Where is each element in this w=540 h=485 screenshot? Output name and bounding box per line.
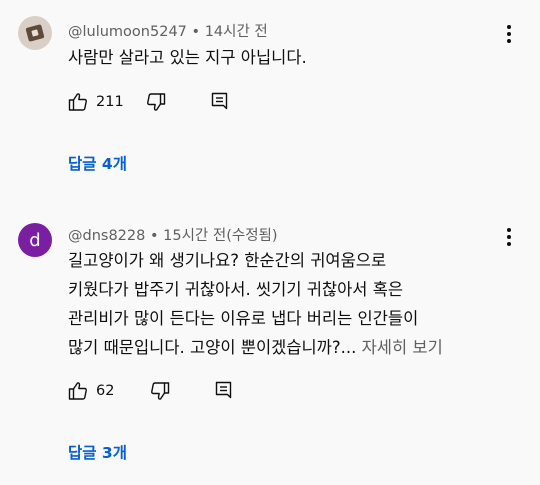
comment-text: 길고양이가 왜 생기나요? 한순간의 귀여움으로 키웠다가 밥주기 귀찮아서. …	[68, 246, 508, 362]
more-vert-icon[interactable]	[507, 25, 511, 43]
comment: @lulumoon5247 • 14시간 전 사람만 살라고 있는 지구 아닙니…	[0, 0, 540, 205]
reply-icon[interactable]	[208, 90, 232, 114]
avatar[interactable]: d	[18, 223, 52, 257]
comment-text-line: 길고양이가 왜 생기나요? 한순간의 귀여움으로	[68, 251, 387, 270]
comment-author[interactable]: @lulumoon5247	[68, 24, 187, 40]
comment-text-last: 많기 때문입니다. 고양이 뿐이겠습니까?...	[68, 338, 357, 357]
comment-text-line: 키웠다가 밥주기 귀찮아서. 씻기기 귀찮아서 혹은	[68, 280, 404, 299]
reply-icon[interactable]	[212, 379, 236, 403]
meta-separator: •	[191, 24, 201, 40]
replies-button[interactable]: 답글 4개	[68, 152, 127, 174]
avatar-image	[25, 24, 45, 42]
comment: d @dns8228 • 15시간 전(수정됨) 길고양이가 왜 생기나요? 한…	[0, 205, 540, 485]
replies-button[interactable]: 답글 3개	[68, 441, 127, 463]
thumbs-up-icon[interactable]	[66, 90, 90, 114]
comment-text: 사람만 살라고 있는 지구 아닙니다.	[68, 43, 508, 72]
comment-time: 14시간 전	[204, 24, 268, 40]
thumbs-down-icon[interactable]	[148, 379, 172, 403]
more-vert-icon[interactable]	[507, 228, 511, 246]
thumbs-down-icon[interactable]	[144, 90, 168, 114]
comment-author[interactable]: @dns8228	[68, 228, 145, 244]
comment-text-line: 관리비가 많이 든다는 이유로 냅다 버리는 인간들이	[68, 309, 419, 328]
comment-actions: 211	[66, 90, 232, 114]
read-more-link[interactable]: 자세히 보기	[362, 338, 443, 357]
comment-text-line: 많기 때문입니다. 고양이 뿐이겠습니까?... 자세히 보기	[68, 333, 508, 362]
comment-text-line: 사람만 살라고 있는 지구 아닙니다.	[68, 48, 307, 67]
like-count: 211	[96, 94, 124, 110]
like-count: 62	[96, 383, 115, 399]
comment-actions: 62	[66, 379, 236, 403]
comment-time: 15시간 전(수정됨)	[163, 228, 278, 244]
avatar[interactable]	[18, 16, 52, 50]
thumbs-up-icon[interactable]	[66, 379, 90, 403]
comment-meta: @dns8228 • 15시간 전(수정됨)	[68, 224, 278, 245]
avatar-letter: d	[29, 229, 41, 251]
comment-meta: @lulumoon5247 • 14시간 전	[68, 20, 268, 41]
meta-separator: •	[149, 228, 159, 244]
